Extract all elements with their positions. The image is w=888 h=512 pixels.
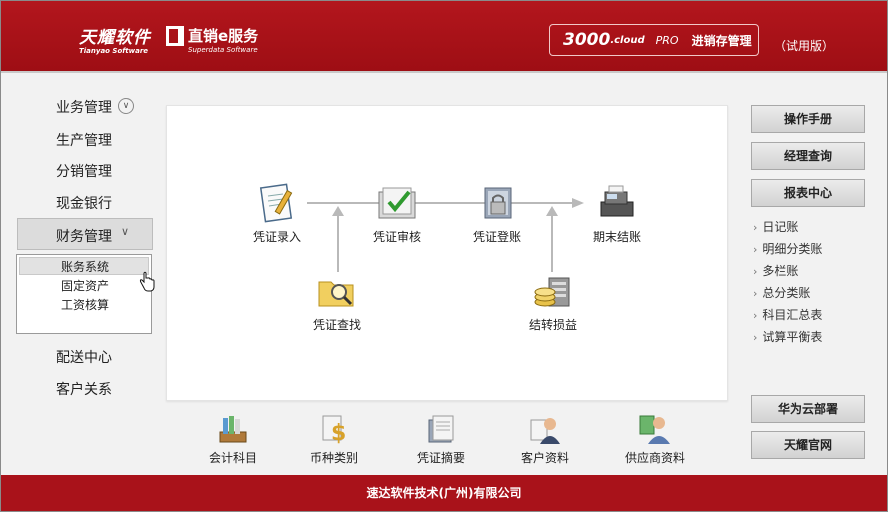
report-item-subject-summary[interactable]: › 科目汇总表: [753, 306, 822, 323]
logo-brand-subtext: Tianyao Software: [79, 47, 149, 55]
nav-item-production[interactable]: 生产管理: [56, 130, 112, 150]
arrow-right-icon: [572, 198, 584, 208]
books-icon: [219, 416, 247, 443]
report-item-label: 总分类账: [762, 286, 811, 300]
chevron-right-icon: ›: [753, 265, 758, 278]
header-bar: 天耀软件 Tianyao Software 直销e服务 Superdata So…: [1, 1, 887, 73]
nav-item-crm[interactable]: 客户关系: [56, 379, 112, 399]
nav-item-business[interactable]: 业务管理: [56, 97, 112, 117]
report-item-label: 多栏账: [762, 264, 799, 278]
report-item-journal[interactable]: › 日记账: [753, 218, 798, 235]
customer-icon: [530, 418, 560, 444]
tool-supplier-data[interactable]: 供应商资料: [621, 412, 689, 466]
huawei-cloud-button[interactable]: 华为云部署: [751, 395, 865, 423]
footer-company: 速达软件技术(广州)有限公司: [1, 475, 887, 511]
tool-currency-types-label: 币种类别: [309, 451, 358, 465]
superdata-logo: 直销e服务 Superdata Software: [188, 25, 258, 54]
chevron-right-icon: ›: [753, 243, 758, 256]
manager-query-button[interactable]: 经理查询: [751, 142, 865, 170]
report-item-general-ledger[interactable]: › 总分类账: [753, 284, 810, 301]
lock-folder-icon: [484, 187, 512, 219]
tool-accounting-subjects[interactable]: 会计科目: [203, 412, 263, 466]
trial-label: （试用版）: [774, 39, 835, 53]
tool-voucher-summary[interactable]: 凭证摘要: [411, 412, 471, 466]
tool-customer-data-label: 客户资料: [520, 451, 569, 465]
chevron-right-icon: ›: [753, 221, 758, 234]
flow-connector: [337, 214, 339, 272]
product-name: 进销存管理: [691, 33, 752, 48]
nav-item-finance-label: 财务管理: [56, 229, 112, 245]
tool-customer-data[interactable]: 客户资料: [515, 412, 575, 466]
money-stack-icon: [534, 277, 570, 307]
superdata-logo-icon: [166, 26, 184, 46]
product-edition: PRO: [655, 33, 679, 47]
report-item-label: 科目汇总表: [762, 308, 823, 322]
flow-connector: [551, 214, 553, 272]
submenu-item-accounting[interactable]: 账务系统: [61, 258, 109, 275]
manual-button[interactable]: 操作手册: [751, 105, 865, 133]
report-item-multi-column[interactable]: › 多栏账: [753, 262, 798, 279]
node-voucher-entry[interactable]: 凭证录入: [247, 182, 307, 245]
chevron-down-icon: ∨: [121, 225, 130, 238]
node-voucher-post[interactable]: 凭证登账: [467, 182, 527, 245]
finance-submenu: 账务系统 固定资产 工资核算: [16, 254, 152, 334]
chevron-right-icon: ›: [753, 287, 758, 300]
submenu-item-payroll[interactable]: 工资核算: [61, 296, 109, 313]
report-center-button[interactable]: 报表中心: [751, 179, 865, 207]
node-voucher-search-label: 凭证查找: [312, 318, 361, 332]
supplier-icon: [639, 415, 670, 444]
document-folder-icon: [428, 415, 454, 443]
report-item-label: 明细分类账: [762, 242, 823, 256]
logo-service-text: 直销e服务: [188, 27, 259, 45]
tool-accounting-subjects-label: 会计科目: [208, 451, 257, 465]
folder-check-icon: [378, 187, 416, 219]
workflow-panel: 凭证录入 凭证审核 凭证登账 期末结账 凭证查找 结转损益: [166, 105, 728, 401]
product-number: 3000: [563, 30, 611, 50]
arrow-up-icon: [546, 206, 558, 216]
report-item-label: 日记账: [762, 220, 799, 234]
node-period-close-label: 期末结账: [592, 230, 641, 244]
svg-text:$: $: [331, 421, 346, 446]
nav-item-delivery[interactable]: 配送中心: [56, 347, 112, 367]
node-transfer-pl-label: 结转损益: [528, 318, 577, 332]
chevron-right-icon: ›: [753, 331, 758, 344]
submenu-item-fixed-assets[interactable]: 固定资产: [61, 277, 109, 294]
node-voucher-audit-label: 凭证审核: [372, 230, 421, 244]
chevron-down-circle-icon[interactable]: ∨: [118, 98, 134, 114]
node-voucher-entry-label: 凭证录入: [252, 230, 301, 244]
clipboard-pencil-icon: [259, 183, 293, 223]
product-badge: 3000 .cloud PRO 进销存管理: [549, 24, 759, 56]
node-voucher-post-label: 凭证登账: [472, 230, 521, 244]
tianyao-logo: 天耀软件 Tianyao Software: [79, 23, 151, 55]
nav-item-distribution[interactable]: 分销管理: [56, 161, 112, 181]
nav-item-finance[interactable]: 财务管理 ∨: [17, 218, 153, 250]
dollar-document-icon: $: [322, 415, 346, 446]
node-transfer-pl[interactable]: 结转损益: [523, 272, 583, 333]
arrow-up-icon: [332, 206, 344, 216]
tool-currency-types[interactable]: $ 币种类别: [304, 412, 364, 466]
tool-voucher-summary-label: 凭证摘要: [416, 451, 465, 465]
hand-cursor-icon: [139, 271, 155, 297]
node-voucher-search[interactable]: 凭证查找: [307, 272, 367, 333]
app-window: 天耀软件 Tianyao Software 直销e服务 Superdata So…: [0, 0, 888, 512]
flow-connector: [307, 202, 577, 204]
official-site-button[interactable]: 天耀官网: [751, 431, 865, 459]
logo-service-subtext: Superdata Software: [188, 46, 258, 54]
nav-item-cash-bank[interactable]: 现金银行: [56, 193, 112, 213]
product-cloud: .cloud: [610, 34, 645, 46]
cash-register-icon: [600, 185, 634, 217]
chevron-right-icon: ›: [753, 309, 758, 322]
report-item-detail-ledger[interactable]: › 明细分类账: [753, 240, 822, 257]
node-period-close[interactable]: 期末结账: [587, 182, 647, 245]
report-item-trial-balance[interactable]: › 试算平衡表: [753, 328, 822, 345]
tool-supplier-data-label: 供应商资料: [624, 451, 685, 465]
node-voucher-audit[interactable]: 凭证审核: [367, 182, 427, 245]
logo-brand-text: 天耀软件: [79, 28, 151, 48]
folder-search-icon: [318, 281, 354, 307]
report-item-label: 试算平衡表: [762, 330, 823, 344]
